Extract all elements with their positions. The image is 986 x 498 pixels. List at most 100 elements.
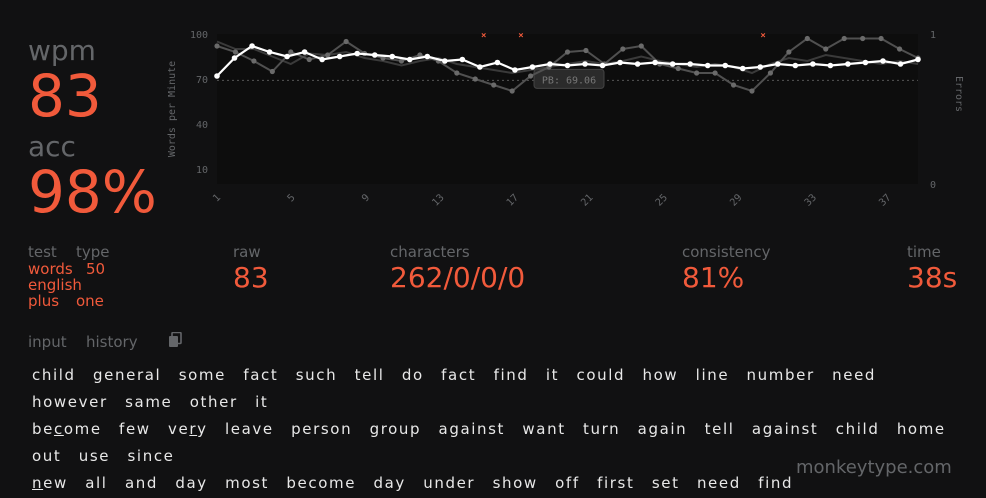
typed-word: new [32, 474, 68, 492]
copy-icon[interactable] [168, 331, 182, 348]
chart-point [269, 68, 275, 75]
input-tab[interactable]: input [28, 335, 67, 350]
chart-point [472, 76, 478, 82]
chart-point [749, 88, 755, 94]
x-tick-label: 9 [360, 192, 372, 204]
chart-point [878, 35, 884, 42]
chart-point [494, 59, 501, 66]
x-tick-label: 33 [803, 192, 819, 208]
chart-point [389, 53, 396, 60]
x-tick-label: 29 [728, 192, 744, 208]
chart-point [442, 58, 448, 64]
typed-word: day [175, 474, 208, 492]
x-tick-label: 25 [654, 192, 670, 208]
chart-point [675, 65, 681, 72]
history-tab[interactable]: history [86, 335, 138, 350]
typed-word: child [32, 366, 76, 384]
chart-point [823, 46, 829, 52]
chart-point [529, 64, 536, 70]
chart-point [767, 70, 774, 76]
chart-point [306, 56, 312, 63]
typed-word: it [255, 393, 269, 411]
chart-point [325, 52, 331, 58]
typed-word: first [597, 474, 635, 492]
x-tick-label: 17 [505, 192, 521, 208]
chart-point [687, 61, 693, 67]
chart-point [528, 73, 534, 79]
chart-point [454, 70, 460, 76]
typed-word: against [751, 420, 819, 438]
y2-tick-label: 0 [930, 180, 936, 191]
chart-point [897, 61, 904, 67]
chart-point [336, 53, 343, 60]
typed-word: need [696, 474, 741, 492]
acc-value: 98% [28, 158, 157, 226]
chart-point [827, 62, 834, 69]
chart-point [288, 49, 294, 55]
typed-word: and [124, 474, 158, 492]
typed-word: set [651, 474, 680, 492]
consistency-value: 81% [682, 261, 745, 294]
typed-word: turn [583, 420, 621, 438]
characters-value: 262/0/0/0 [390, 261, 526, 294]
chart-point [214, 73, 220, 79]
y2-axis-title: Errors [953, 76, 964, 112]
pb-label: PB: 69.06 [542, 75, 596, 86]
typed-word: tell [354, 366, 385, 384]
chart-point [792, 62, 799, 69]
typed-word: few [119, 420, 151, 438]
test-funbox-1: plus [28, 292, 60, 310]
typed-word: do [401, 366, 424, 384]
typed-word: very [168, 420, 208, 438]
site-name[interactable]: monkeytype.com [796, 457, 952, 478]
typed-word: same [125, 393, 173, 411]
typed-word: become [286, 474, 357, 492]
chart-point [477, 64, 483, 70]
chart-point [491, 82, 497, 88]
typed-word: how [642, 366, 679, 384]
typed-word: off [555, 474, 580, 492]
typed-word: most [225, 474, 270, 492]
typed-word: leave [225, 420, 274, 438]
typed-word: some [178, 366, 226, 384]
typed-word: again [637, 420, 688, 438]
wpm-chart[interactable]: 10070401010Words per Minute Errors1 5 9 13 17… [160, 22, 980, 222]
x-tick-label: 13 [430, 192, 446, 208]
chart-point [284, 53, 290, 60]
chart-point [251, 58, 257, 64]
chart-point [509, 88, 515, 94]
typed-word: day [373, 474, 406, 492]
test-word-count: 50 [86, 260, 106, 278]
x-tick-label: 37 [877, 192, 893, 208]
chart-point [424, 53, 431, 60]
chart-point [757, 64, 764, 70]
chart-point [896, 46, 903, 52]
characters-label: characters [390, 243, 470, 261]
typed-word: against [438, 420, 506, 438]
chart-point [634, 61, 641, 67]
wpm-label: wpm [28, 34, 96, 67]
chart-point [786, 49, 792, 55]
typed-word: use [78, 447, 111, 465]
x-tick-label: 5 [286, 192, 298, 204]
typed-word: need [832, 366, 877, 384]
chart-point [862, 59, 869, 66]
typed-word: home [896, 420, 946, 438]
chart-point [652, 59, 658, 66]
typed-word: group [369, 420, 422, 438]
chart-point [739, 65, 746, 72]
chart-point [232, 49, 239, 55]
typed-word: number [746, 366, 815, 384]
chart-point [512, 67, 518, 73]
typed-word: fact [243, 366, 279, 384]
chart-point [547, 61, 553, 67]
error-marker: × [481, 31, 486, 41]
test-label: test [28, 243, 57, 261]
typed-word: out [32, 447, 62, 465]
chart-point [583, 47, 589, 54]
chart-point [343, 38, 349, 45]
typed-word: under [423, 474, 476, 492]
chart-point [319, 56, 325, 63]
test-language: english [28, 276, 82, 294]
chart-point [301, 49, 308, 55]
